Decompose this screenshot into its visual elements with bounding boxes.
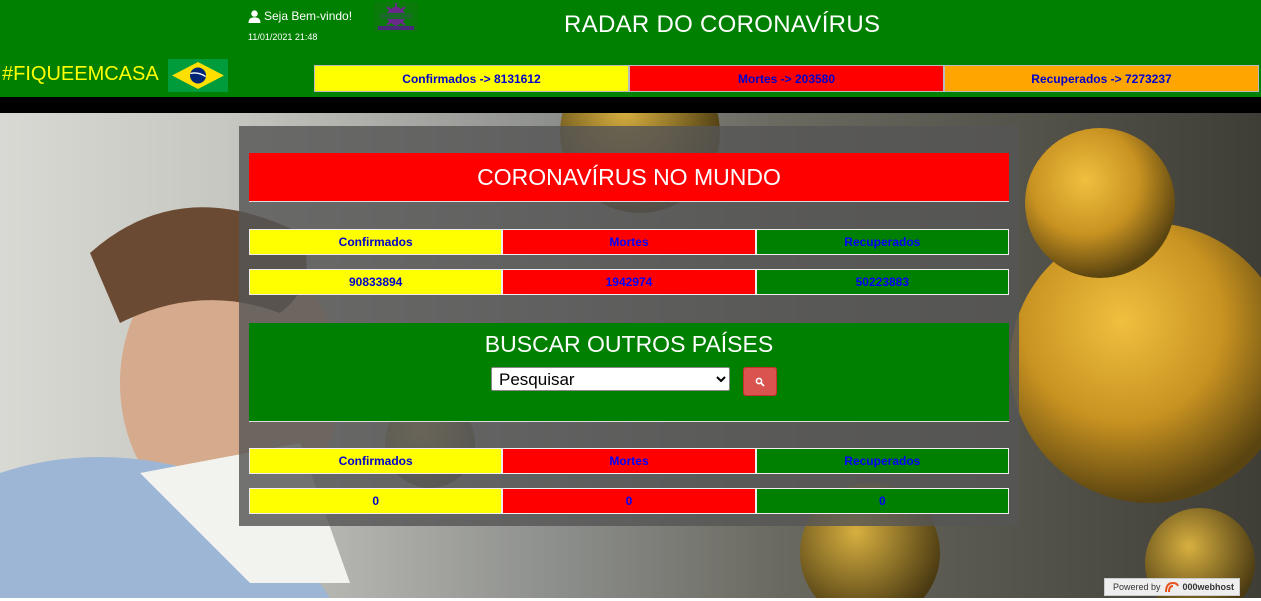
user-icon (248, 9, 261, 23)
world-recovered-label: Recuperados (755, 229, 1009, 255)
country-select[interactable]: Pesquisar (491, 367, 730, 391)
world-confirmed-label: Confirmados (249, 229, 503, 255)
welcome-text: Seja Bem-vindo! (264, 9, 353, 23)
world-recovered-value: 50223883 (755, 269, 1009, 295)
webhost-logo-icon (1164, 581, 1179, 593)
top-confirmed-stat: Confirmados -> 8131612 (314, 65, 629, 92)
world-deaths-value: 1942974 (502, 269, 756, 295)
world-confirmed-value: 90833894 (249, 269, 503, 295)
country-deaths-label: Mortes (502, 448, 756, 474)
search-section-title: BUSCAR OUTROS PAÍSES (484, 331, 774, 357)
country-values-row: 0 0 0 (249, 488, 1009, 514)
country-labels-row: Confirmados Mortes Recuperados (249, 448, 1009, 474)
hashtag: #FIQUEEMCASA (2, 63, 159, 85)
world-values-row: 90833894 1942974 50223883 (249, 269, 1009, 295)
country-confirmed-value: 0 (249, 488, 503, 514)
search-icon (755, 377, 765, 387)
country-deaths-value: 0 (502, 488, 756, 514)
site-header: Seja Bem-vindo! 11/01/2021 21:48 RADAR D… (0, 0, 1261, 97)
top-recovered-stat: Recuperados -> 7273237 (944, 65, 1259, 92)
virus-logo-icon (374, 2, 418, 32)
powered-by-badge[interactable]: Powered by 000webhost (1104, 578, 1240, 596)
country-recovered-label: Recuperados (755, 448, 1009, 474)
webhost-name: 000webhost (1182, 582, 1235, 592)
welcome-area: Seja Bem-vindo! (248, 9, 352, 23)
site-title: RADAR DO CORONAVÍRUS (564, 11, 881, 38)
datetime: 11/01/2021 21:48 (248, 32, 318, 42)
world-deaths-label: Mortes (502, 229, 756, 255)
country-recovered-value: 0 (755, 488, 1009, 514)
main-panel: CORONAVÍRUS NO MUNDO Confirmados Mortes … (239, 126, 1019, 526)
top-stats-bar: Confirmados -> 8131612 Mortes -> 203580 … (314, 65, 1259, 92)
brazil-flag-icon (168, 59, 228, 92)
powered-by-text: Powered by (1113, 582, 1161, 592)
world-section-title: CORONAVÍRUS NO MUNDO (249, 153, 1009, 201)
world-labels-row: Confirmados Mortes Recuperados (249, 229, 1009, 255)
top-deaths-stat: Mortes -> 203580 (629, 65, 944, 92)
country-confirmed-label: Confirmados (249, 448, 503, 474)
divider-bar (0, 97, 1261, 113)
search-button[interactable] (743, 367, 777, 396)
search-section: BUSCAR OUTROS PAÍSES Pesquisar (249, 323, 1009, 422)
